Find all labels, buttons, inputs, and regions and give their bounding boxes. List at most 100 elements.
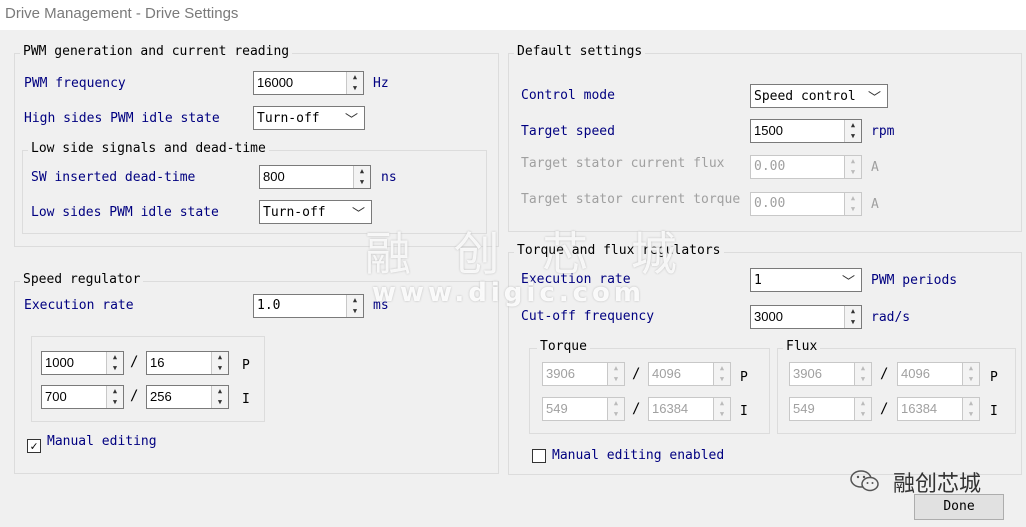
tf-manual-label[interactable]: Manual editing enabled <box>552 448 724 463</box>
spin-buttons[interactable]: ▲ ▼ <box>854 398 871 420</box>
dead-time-input[interactable]: 800 ▲ ▼ <box>259 165 371 189</box>
spin-buttons[interactable]: ▲ ▼ <box>713 363 730 385</box>
spin-down-icon[interactable]: ▼ <box>845 317 861 328</box>
checkmark-icon: ✓ <box>30 439 38 453</box>
spin-up-icon[interactable]: ▲ <box>963 398 979 409</box>
spin-down-icon[interactable]: ▼ <box>963 409 979 420</box>
spin-down-icon[interactable]: ▼ <box>963 374 979 385</box>
flux-p-den-input[interactable]: 4096 ▲ ▼ <box>897 362 980 386</box>
target-speed-input[interactable]: 1500 ▲ ▼ <box>750 119 862 143</box>
spin-buttons[interactable]: ▲ ▼ <box>106 352 123 374</box>
spin-down-icon[interactable]: ▼ <box>212 363 228 374</box>
spin-buttons[interactable]: ▲ ▼ <box>713 398 730 420</box>
spin-down-icon[interactable]: ▼ <box>714 374 730 385</box>
spin-buttons[interactable]: ▲ ▼ <box>854 363 871 385</box>
cutoff-input[interactable]: 3000 ▲ ▼ <box>750 305 862 329</box>
spin-down-icon[interactable]: ▼ <box>855 409 871 420</box>
spin-buttons[interactable]: ▲ ▼ <box>211 352 228 374</box>
spin-up-icon[interactable]: ▲ <box>855 363 871 374</box>
pwm-frequency-input[interactable]: 16000 ▲ ▼ <box>253 71 364 95</box>
low-idle-select[interactable]: Turn-off ﹀ <box>259 200 372 224</box>
speed-i-num-input[interactable]: 700 ▲ ▼ <box>41 385 124 409</box>
done-button[interactable]: Done <box>914 494 1004 520</box>
spin-down-icon[interactable]: ▼ <box>107 397 123 408</box>
spin-up-icon[interactable]: ▲ <box>845 193 861 204</box>
spin-buttons[interactable]: ▲ ▼ <box>844 193 861 215</box>
torque-i-label: I <box>740 404 748 419</box>
spin-down-icon[interactable]: ▼ <box>855 374 871 385</box>
speed-manual-label[interactable]: Manual editing <box>47 434 157 449</box>
spin-buttons[interactable]: ▲ ▼ <box>962 398 979 420</box>
target-torque-input[interactable]: 0.00 ▲ ▼ <box>750 192 862 216</box>
spin-buttons[interactable]: ▲ ▼ <box>962 363 979 385</box>
spin-buttons[interactable]: ▲ ▼ <box>346 295 363 317</box>
flux-i-label: I <box>990 404 998 419</box>
speed-p-den-input[interactable]: 16 ▲ ▼ <box>146 351 229 375</box>
spin-up-icon[interactable]: ▲ <box>107 352 123 363</box>
target-flux-input[interactable]: 0.00 ▲ ▼ <box>750 155 862 179</box>
control-mode-select[interactable]: Speed control ﹀ <box>750 84 888 108</box>
spin-up-icon[interactable]: ▲ <box>608 363 624 374</box>
watermark-url: www.digic.com <box>372 278 645 308</box>
high-idle-select[interactable]: Turn-off ﹀ <box>253 106 365 130</box>
spin-up-icon[interactable]: ▲ <box>354 166 370 177</box>
speed-manual-checkbox[interactable]: ✓ <box>27 439 41 453</box>
torque-i-num-input[interactable]: 549 ▲ ▼ <box>542 397 625 421</box>
spin-down-icon[interactable]: ▼ <box>608 409 624 420</box>
flux-p-num-input[interactable]: 3906 ▲ ▼ <box>789 362 872 386</box>
spin-up-icon[interactable]: ▲ <box>212 352 228 363</box>
flux-i-den-input[interactable]: 16384 ▲ ▼ <box>897 397 980 421</box>
speed-p-num-input[interactable]: 1000 ▲ ▼ <box>41 351 124 375</box>
spin-buttons[interactable]: ▲ ▼ <box>353 166 370 188</box>
spin-up-icon[interactable]: ▲ <box>963 363 979 374</box>
chevron-down-icon: ﹀ <box>344 113 358 128</box>
spin-up-icon[interactable]: ▲ <box>608 398 624 409</box>
speed-p-den-value: 16 <box>150 355 165 370</box>
spin-up-icon[interactable]: ▲ <box>714 398 730 409</box>
torque-p-num-input[interactable]: 3906 ▲ ▼ <box>542 362 625 386</box>
spin-buttons[interactable]: ▲ ▼ <box>211 386 228 408</box>
spin-buttons[interactable]: ▲ ▼ <box>106 386 123 408</box>
speed-i-den-input[interactable]: 256 ▲ ▼ <box>146 385 229 409</box>
spin-down-icon[interactable]: ▼ <box>347 306 363 317</box>
spin-buttons[interactable]: ▲ ▼ <box>844 306 861 328</box>
spin-up-icon[interactable]: ▲ <box>855 398 871 409</box>
flux-i-slash: / <box>880 401 889 417</box>
tf-exec-rate-select[interactable]: 1 ﹀ <box>750 268 862 292</box>
spin-down-icon[interactable]: ▼ <box>845 131 861 142</box>
spin-down-icon[interactable]: ▼ <box>354 177 370 188</box>
spin-up-icon[interactable]: ▲ <box>714 363 730 374</box>
torque-p-den-input[interactable]: 4096 ▲ ▼ <box>648 362 731 386</box>
torque-p-num-value: 3906 <box>546 366 575 381</box>
spin-down-icon[interactable]: ▼ <box>107 363 123 374</box>
flux-i-num-input[interactable]: 549 ▲ ▼ <box>789 397 872 421</box>
spin-up-icon[interactable]: ▲ <box>845 306 861 317</box>
spin-up-icon[interactable]: ▲ <box>845 156 861 167</box>
tf-manual-checkbox[interactable] <box>532 449 546 463</box>
spin-down-icon[interactable]: ▼ <box>714 409 730 420</box>
spin-up-icon[interactable]: ▲ <box>347 295 363 306</box>
spin-down-icon[interactable]: ▼ <box>347 83 363 94</box>
speed-exec-rate-input[interactable]: 1.0 ▲ ▼ <box>253 294 364 318</box>
spin-up-icon[interactable]: ▲ <box>107 386 123 397</box>
spin-buttons[interactable]: ▲ ▼ <box>346 72 363 94</box>
spin-down-icon[interactable]: ▼ <box>845 204 861 215</box>
spin-up-icon[interactable]: ▲ <box>212 386 228 397</box>
target-flux-value: 0.00 <box>754 159 786 174</box>
spin-down-icon[interactable]: ▼ <box>845 167 861 178</box>
tf-exec-rate-value: 1 <box>754 273 762 288</box>
spin-buttons[interactable]: ▲ ▼ <box>607 363 624 385</box>
low-side-group-title: Low side signals and dead-time <box>28 141 269 156</box>
spin-buttons[interactable]: ▲ ▼ <box>844 156 861 178</box>
spin-down-icon[interactable]: ▼ <box>212 397 228 408</box>
torque-i-den-input[interactable]: 16384 ▲ ▼ <box>648 397 731 421</box>
speed-i-num-value: 700 <box>45 389 67 404</box>
spin-up-icon[interactable]: ▲ <box>845 120 861 131</box>
spin-buttons[interactable]: ▲ ▼ <box>844 120 861 142</box>
spin-buttons[interactable]: ▲ ▼ <box>607 398 624 420</box>
spin-up-icon[interactable]: ▲ <box>347 72 363 83</box>
spin-down-icon[interactable]: ▼ <box>608 374 624 385</box>
speed-exec-rate-label: Execution rate <box>24 298 134 313</box>
flux-i-den-value: 16384 <box>901 401 938 416</box>
cutoff-value: 3000 <box>754 309 783 324</box>
